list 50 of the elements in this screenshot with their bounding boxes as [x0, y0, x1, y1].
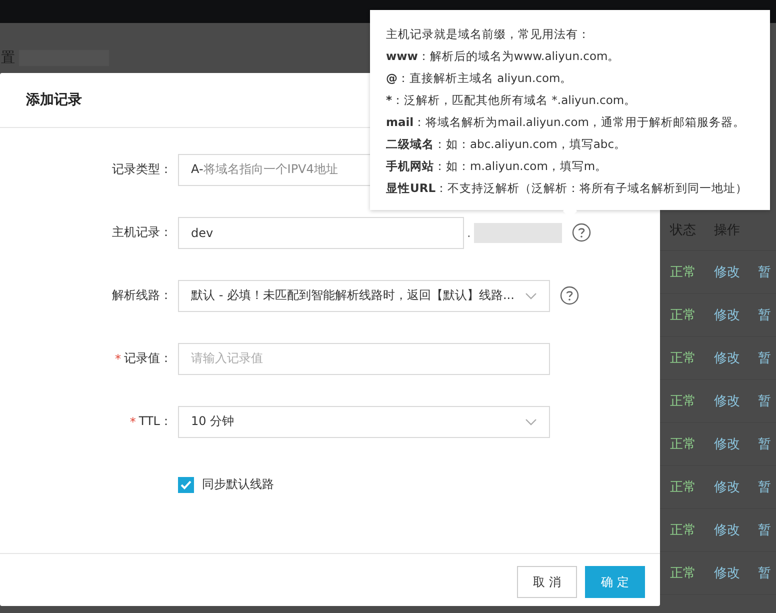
pause-link[interactable]: 暂 [758, 263, 771, 281]
select-field[interactable]: 10 分钟 [178, 406, 550, 438]
confirm-button[interactable]: 确 定 [585, 566, 645, 598]
status-text: 正常 [670, 264, 696, 281]
caret-icon [525, 418, 537, 426]
help-icon[interactable] [560, 286, 579, 305]
tooltip-line: @：直接解析主域名 aliyun.com。 [386, 70, 574, 87]
caret-icon [525, 292, 537, 300]
edit-link[interactable]: 修改 [714, 306, 740, 324]
pause-link[interactable]: 暂 [758, 521, 771, 539]
status-text: 正常 [670, 307, 696, 324]
edit-link[interactable]: 修改 [714, 478, 740, 496]
cancel-button[interactable]: 取 消 [517, 566, 577, 598]
tooltip-line: mail：将域名解析为mail.aliyun.com，通常用于解析邮箱服务器。 [386, 114, 746, 131]
pause-link[interactable]: 暂 [758, 392, 771, 410]
edit-link[interactable]: 修改 [714, 521, 740, 539]
domain-dot: . [467, 226, 471, 240]
field-label: 记录值： [124, 350, 172, 367]
field-label: 解析线路： [112, 287, 172, 304]
status-text: 正常 [670, 393, 696, 410]
tooltip-line: *：泛解析，匹配其他所有域名 *.aliyun.com。 [386, 92, 638, 109]
select-field[interactable]: 默认 - 必填！未匹配到智能解析线路时，返回【默认】线路... [178, 280, 550, 312]
tooltip-line: 二级域名：如：abc.aliyun.com，填写abc。 [386, 136, 628, 153]
edit-link[interactable]: 修改 [714, 263, 740, 281]
pause-link[interactable]: 暂 [758, 435, 771, 453]
status-text: 正常 [670, 479, 696, 496]
field-label: TTL： [138, 413, 172, 430]
pause-link[interactable]: 暂 [758, 306, 771, 324]
dialog-title: 添加记录 [26, 91, 82, 109]
tooltip-line: www：解析后的域名为www.aliyun.com。 [386, 48, 621, 65]
pause-link[interactable]: 暂 [758, 564, 771, 582]
input-field[interactable]: dev [178, 216, 464, 248]
tooltip-line: 主机记录就是域名前缀，常见用法有： [386, 26, 591, 43]
field-label: 主机记录： [112, 224, 172, 241]
edit-link[interactable]: 修改 [714, 392, 740, 410]
status-text: 正常 [670, 436, 696, 453]
status-text: 正常 [670, 565, 696, 582]
checkbox[interactable] [178, 476, 194, 492]
edit-link[interactable]: 修改 [714, 435, 740, 453]
edit-link[interactable]: 修改 [714, 564, 740, 582]
required-mark: * [130, 414, 136, 428]
status-text: 正常 [670, 350, 696, 367]
help-icon[interactable] [572, 223, 591, 242]
pause-link[interactable]: 暂 [758, 349, 771, 367]
field-label: 记录类型： [112, 161, 172, 178]
required-mark: * [115, 352, 121, 366]
checkbox-label: 同步默认线路 [202, 476, 274, 493]
edit-link[interactable]: 修改 [714, 349, 740, 367]
pause-link[interactable]: 暂 [758, 478, 771, 496]
status-text: 正常 [670, 522, 696, 539]
